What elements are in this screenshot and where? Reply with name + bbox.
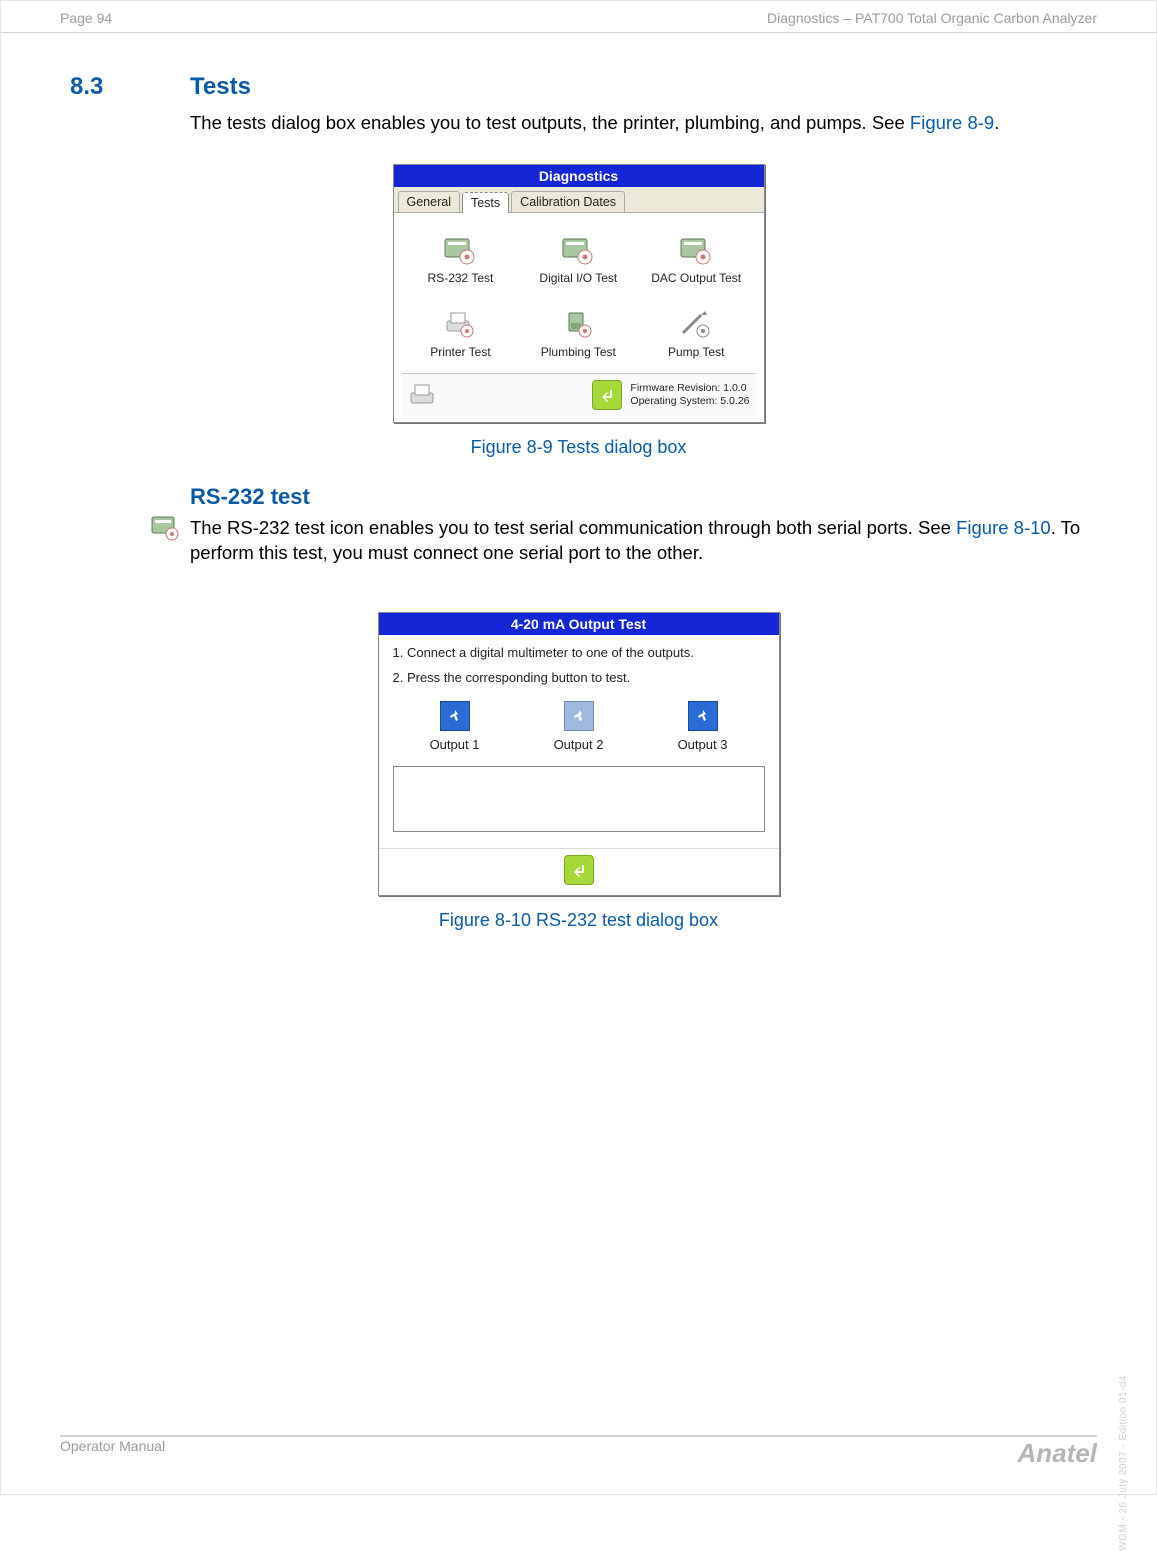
icon-label: Pump Test: [668, 339, 724, 359]
return-button[interactable]: [564, 855, 594, 885]
figure-ref-8-10[interactable]: Figure 8-10: [956, 517, 1051, 538]
card-gear-icon: [150, 514, 182, 542]
step-2: 2. Press the corresponding button to tes…: [393, 670, 765, 685]
side-revision-text: WGM - 26 July 2007 - Edition 01-d4: [1118, 1375, 1129, 1551]
subheading-rs232: RS-232 test: [0, 458, 1157, 510]
intro-tail: .: [994, 112, 999, 133]
output-2-button[interactable]: [564, 701, 594, 731]
printer-icon[interactable]: [408, 381, 440, 409]
output-label: Output 3: [678, 737, 728, 752]
diagnostics-dialog: Diagnostics General Tests Calibration Da…: [393, 164, 765, 423]
step-1: 1. Connect a digital multimeter to one o…: [393, 645, 765, 660]
runner-icon: [447, 708, 463, 724]
status-info: Firmware Revision: 1.0.0 Operating Syste…: [630, 382, 749, 408]
intro-text: The tests dialog box enables you to test…: [190, 112, 910, 133]
card-gear-icon: [561, 235, 595, 265]
icon-label: Printer Test: [430, 339, 490, 359]
plumbing-test-button[interactable]: Plumbing Test: [519, 299, 637, 373]
figure-caption-8-10: Figure 8-10 RS-232 test dialog box: [439, 896, 718, 931]
rs232-text-a: The RS-232 test icon enables you to test…: [190, 517, 956, 538]
rs232-paragraph: The RS-232 test icon enables you to test…: [0, 510, 1157, 566]
tab-general[interactable]: General: [398, 191, 460, 212]
doc-title: Diagnostics – PAT700 Total Organic Carbo…: [767, 10, 1097, 26]
tab-calibration-dates[interactable]: Calibration Dates: [511, 191, 625, 212]
dialog-title-420: 4-20 mA Output Test: [379, 613, 779, 635]
icon-label: Digital I/O Test: [539, 265, 617, 285]
return-arrow-icon: [570, 861, 588, 879]
footer-left: Operator Manual: [60, 1438, 165, 1469]
return-arrow-icon: [598, 386, 616, 404]
pump-test-button[interactable]: Pump Test: [637, 299, 755, 373]
icon-label: Plumbing Test: [541, 339, 616, 359]
intro-paragraph: The tests dialog box enables you to test…: [0, 101, 1157, 136]
printer-gear-icon: [443, 309, 477, 339]
section-title: Tests: [190, 73, 251, 101]
page-number: Page 94: [60, 10, 112, 26]
runner-icon: [571, 708, 587, 724]
card-gear-icon: [443, 235, 477, 265]
pen-gear-icon: [679, 309, 713, 339]
beaker-gear-icon: [561, 309, 595, 339]
printer-test-button[interactable]: Printer Test: [402, 299, 520, 373]
footer-brand: Anatel: [1018, 1438, 1097, 1469]
runner-icon: [695, 708, 711, 724]
section-number: 8.3: [70, 73, 150, 101]
return-button[interactable]: [592, 380, 622, 410]
figure-ref-8-9[interactable]: Figure 8-9: [910, 112, 994, 133]
output-test-dialog: 4-20 mA Output Test 1. Connect a digital…: [378, 612, 780, 896]
output-3-button[interactable]: [688, 701, 718, 731]
card-gear-icon: [679, 235, 713, 265]
output-label: Output 2: [554, 737, 604, 752]
digital-io-test-button[interactable]: Digital I/O Test: [519, 225, 637, 299]
output-label: Output 1: [430, 737, 480, 752]
figure-caption-8-9: Figure 8-9 Tests dialog box: [471, 423, 687, 458]
log-textarea[interactable]: [393, 766, 765, 832]
icon-label: DAC Output Test: [651, 265, 741, 285]
rs232-test-button[interactable]: RS-232 Test: [402, 225, 520, 299]
dialog-title: Diagnostics: [394, 165, 764, 187]
dac-output-test-button[interactable]: DAC Output Test: [637, 225, 755, 299]
output-1-button[interactable]: [440, 701, 470, 731]
tab-tests[interactable]: Tests: [462, 192, 509, 213]
icon-label: RS-232 Test: [428, 265, 494, 285]
